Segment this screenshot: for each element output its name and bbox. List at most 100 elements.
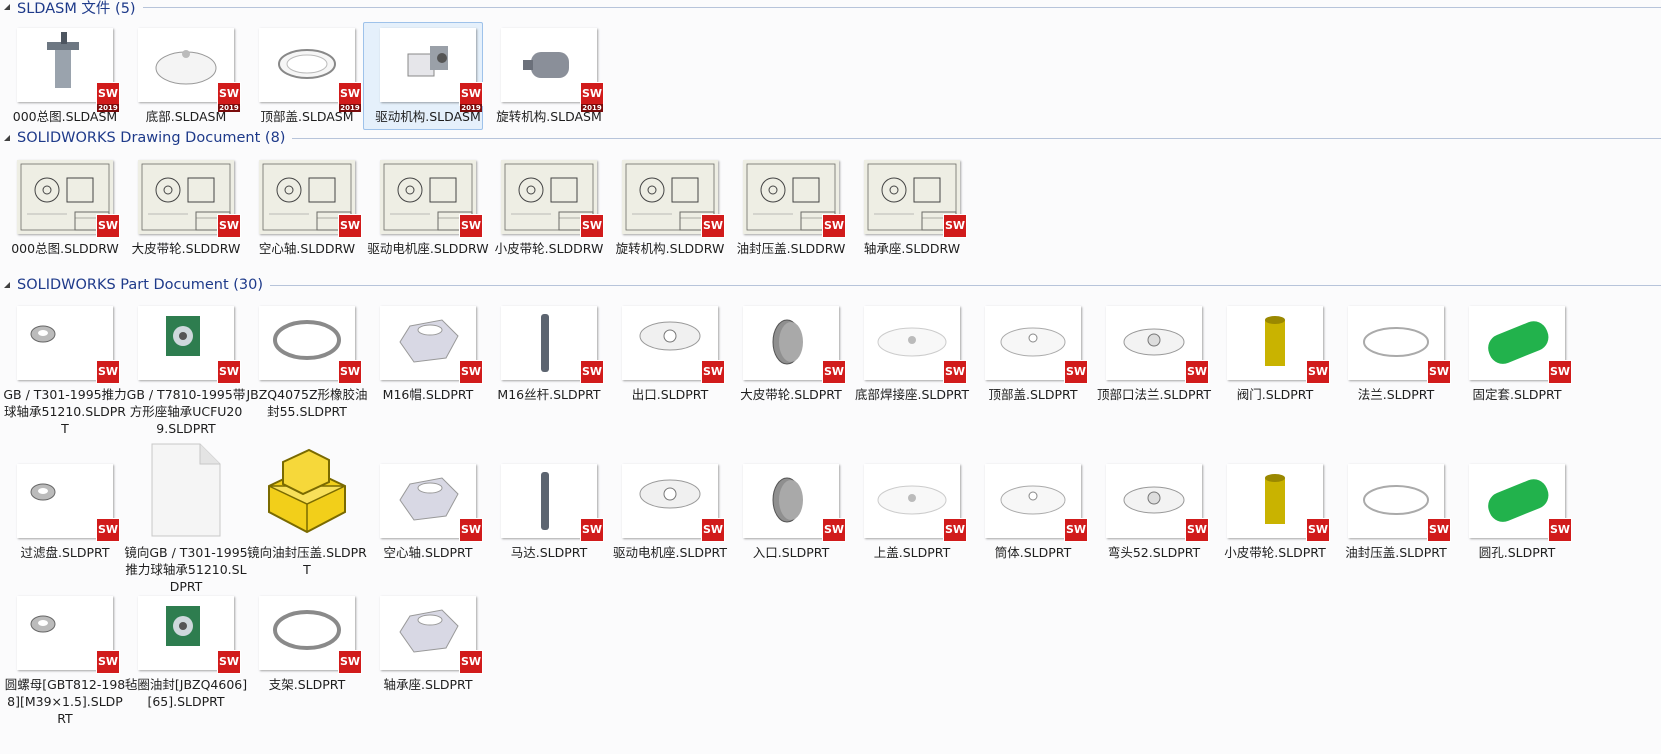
solidworks-badge-icon: SW — [96, 650, 120, 674]
badge-text: SW — [823, 523, 845, 536]
badge-text: SW — [218, 87, 240, 100]
file-item[interactable]: 镜向GB / T301-1995推力球轴承51210.SLDPRT — [124, 443, 248, 595]
file-item[interactable]: SW 2019 旋转机构.SLDASM — [487, 28, 611, 125]
file-item[interactable]: SW 2019 000总图.SLDASM — [3, 28, 127, 125]
file-item[interactable]: SW 驱动电机座.SLDDRW — [366, 160, 490, 257]
file-item[interactable]: SW 轴承座.SLDDRW — [850, 160, 974, 257]
collapse-triangle-icon[interactable] — [4, 282, 10, 288]
file-item[interactable]: SW 2019 底部.SLDASM — [124, 28, 248, 125]
file-item[interactable]: SW JBZQ4075Z形橡胶油封55.SLDPRT — [245, 306, 369, 420]
file-item[interactable]: SW M16丝杆.SLDPRT — [487, 306, 611, 403]
solidworks-badge-icon: SW — [459, 214, 483, 238]
file-name-label: 顶部盖.SLDPRT — [988, 387, 1078, 402]
file-item[interactable]: SW GB / T7810-1995带方形座轴承UCFU209.SLDPRT — [124, 306, 248, 437]
file-item[interactable]: SW 旋转机构.SLDDRW — [608, 160, 732, 257]
badge-text: SW — [581, 365, 603, 378]
file-name-label: JBZQ4075Z形橡胶油封55.SLDPRT — [246, 387, 368, 419]
file-item[interactable]: SW 轴承座.SLDPRT — [366, 596, 490, 693]
file-item[interactable]: SW GB / T301-1995推力球轴承51210.SLDPRT — [3, 306, 127, 437]
file-item[interactable]: SW 固定套.SLDPRT — [1455, 306, 1579, 403]
badge-text: SW — [944, 523, 966, 536]
file-name-label: 轴承座.SLDPRT — [383, 677, 473, 692]
badge-text: SW — [1428, 365, 1450, 378]
solidworks-badge-icon: SW — [1185, 360, 1209, 384]
badge-text: SW — [339, 219, 361, 232]
file-item[interactable]: SW 支架.SLDPRT — [245, 596, 369, 693]
file-item[interactable]: SW 出口.SLDPRT — [608, 306, 732, 403]
file-item[interactable]: SW 空心轴.SLDDRW — [245, 160, 369, 257]
solidworks-badge-icon: SW 2019 — [217, 82, 241, 112]
file-item[interactable]: SW 2019 顶部盖.SLDASM — [245, 28, 369, 125]
file-thumbnail: SW — [1469, 306, 1572, 384]
file-item[interactable]: 镜向油封压盖.SLDPRT — [245, 448, 369, 578]
file-thumbnail: SW — [380, 596, 483, 674]
file-item[interactable]: SW 入口.SLDPRT — [729, 464, 853, 561]
solidworks-badge-icon: SW — [822, 360, 846, 384]
file-item[interactable]: SW 过滤盘.SLDPRT — [3, 464, 127, 561]
file-item[interactable]: SW 阀门.SLDPRT — [1213, 306, 1337, 403]
file-item[interactable]: SW 顶部盖.SLDPRT — [971, 306, 1095, 403]
badge-text: SW — [460, 219, 482, 232]
badge-text: SW — [1186, 523, 1208, 536]
file-item[interactable]: SW 小皮带轮.SLDPRT — [1213, 464, 1337, 561]
file-name-label: 驱动电机座.SLDDRW — [367, 241, 489, 256]
drawing-thumbnail: SW — [380, 160, 483, 238]
file-item[interactable]: SW 2019 驱动机构.SLDASM — [363, 22, 490, 130]
file-item[interactable]: SW 弯头52.SLDPRT — [1092, 464, 1216, 561]
file-item[interactable]: SW M16帽.SLDPRT — [366, 306, 490, 403]
file-item[interactable]: SW 油封压盖.SLDPRT — [1334, 464, 1458, 561]
file-item[interactable]: SW 油封压盖.SLDDRW — [729, 160, 853, 257]
badge-text: SW — [1549, 365, 1571, 378]
file-item[interactable]: SW 小皮带轮.SLDDRW — [487, 160, 611, 257]
file-item[interactable]: SW 大皮带轮.SLDPRT — [729, 306, 853, 403]
file-item[interactable]: SW 驱动电机座.SLDPRT — [608, 464, 732, 561]
solidworks-badge-icon: SW — [217, 214, 241, 238]
solidworks-badge-icon: SW — [943, 518, 967, 542]
file-name-label: 固定套.SLDPRT — [1472, 387, 1562, 402]
badge-text: SW — [944, 365, 966, 378]
solidworks-badge-icon: SW — [1064, 360, 1088, 384]
file-item[interactable]: SW 圆螺母[GBT812-1988][M39×1.5].SLDPRT — [3, 596, 127, 727]
file-thumbnail: SW — [622, 464, 725, 542]
file-item[interactable]: SW 000总图.SLDDRW — [3, 160, 127, 257]
file-name-label: 油封压盖.SLDPRT — [1345, 545, 1447, 560]
file-item[interactable]: SW 毡圈油封[JBZQ4606][65].SLDPRT — [124, 596, 248, 710]
badge-text: SW — [97, 219, 119, 232]
badge-text: SW — [218, 365, 240, 378]
badge-text: SW — [460, 523, 482, 536]
file-thumbnail: SW — [17, 306, 120, 384]
file-item[interactable]: SW 筒体.SLDPRT — [971, 464, 1095, 561]
solidworks-badge-icon: SW — [338, 650, 362, 674]
group-header-drawing[interactable]: SOLIDWORKS Drawing Document (8) — [0, 128, 1661, 148]
file-item[interactable]: SW 马达.SLDPRT — [487, 464, 611, 561]
group-title: SLDASM 文件 (5) — [17, 0, 136, 17]
badge-text: SW — [1186, 365, 1208, 378]
file-item[interactable]: SW 法兰.SLDPRT — [1334, 306, 1458, 403]
file-name-label: 底部.SLDASM — [145, 109, 227, 124]
file-thumbnail: SW — [985, 464, 1088, 542]
group-header-sldasm[interactable]: SLDASM 文件 (5) — [0, 0, 1661, 17]
file-item[interactable]: SW 圆孔.SLDPRT — [1455, 464, 1579, 561]
file-item[interactable]: SW 底部焊接座.SLDPRT — [850, 306, 974, 403]
solidworks-badge-icon: SW 2019 — [338, 82, 362, 112]
badge-text: SW — [823, 365, 845, 378]
badge-text: SW — [702, 219, 724, 232]
file-name-label: 旋转机构.SLDDRW — [615, 241, 725, 256]
file-item[interactable]: SW 空心轴.SLDPRT — [366, 464, 490, 561]
file-thumbnail: SW — [380, 306, 483, 384]
group-title: SOLIDWORKS Part Document (30) — [17, 277, 264, 293]
file-name-label: GB / T301-1995推力球轴承51210.SLDPRT — [3, 387, 127, 436]
file-item[interactable]: SW 上盖.SLDPRT — [850, 464, 974, 561]
generic-part-icon — [268, 448, 346, 534]
file-item[interactable]: SW 大皮带轮.SLDDRW — [124, 160, 248, 257]
file-item[interactable]: SW 顶部口法兰.SLDPRT — [1092, 306, 1216, 403]
group-header-part[interactable]: SOLIDWORKS Part Document (30) — [0, 275, 1661, 295]
file-name-label: GB / T7810-1995带方形座轴承UCFU209.SLDPRT — [126, 387, 246, 436]
file-thumbnail: SW — [1106, 464, 1209, 542]
solidworks-badge-icon: SW — [701, 518, 725, 542]
file-name-label: 驱动电机座.SLDPRT — [613, 545, 727, 560]
file-name-label: 油封压盖.SLDDRW — [736, 241, 846, 256]
collapse-triangle-icon[interactable] — [4, 4, 10, 10]
file-thumbnail: SW — [1469, 464, 1572, 542]
collapse-triangle-icon[interactable] — [4, 135, 10, 141]
